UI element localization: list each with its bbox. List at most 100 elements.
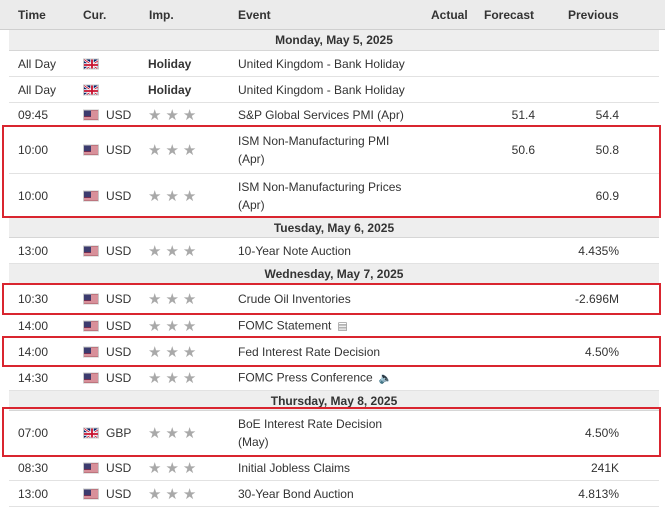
event-row[interactable]: All Day Holiday United Kingdom - Bank Ho… [9, 51, 659, 77]
header-actual[interactable]: Actual [431, 8, 468, 22]
star-icon: ★ [165, 460, 179, 477]
event-name[interactable]: Crude Oil Inventories [238, 290, 351, 308]
calendar-header: Time Cur. Imp. Event Actual Forecast Pre… [0, 0, 665, 30]
event-forecast: 50.6 [511, 143, 535, 157]
star-icon: ★ [165, 343, 179, 361]
header-time[interactable]: Time [18, 8, 46, 22]
event-time: 14:00 [18, 344, 49, 359]
date-row-tuesday: Tuesday, May 6, 2025 [9, 218, 659, 238]
event-time: All Day [18, 56, 57, 71]
event-row[interactable]: 09:45 USD ★ ★ ★ S&P Global Services PMI (A… [9, 103, 659, 127]
event-currency: USD [106, 344, 132, 359]
event-previous: -2.696M [574, 292, 619, 306]
event-previous: 50.8 [595, 143, 619, 157]
star-icon: ★ [182, 460, 197, 477]
event-name[interactable]: Fed Interest Rate Decision [238, 343, 380, 361]
event-name-line1: ISM Non-Manufacturing Prices [238, 179, 402, 194]
event-row[interactable]: 13:00 USD ★ ★ ★ 10-Year Note Auction 4.435… [9, 238, 659, 264]
event-time: 07:00 [18, 426, 49, 440]
event-row[interactable]: 10:30 USD ★ ★ ★ Crude Oil Inventories -2.6… [9, 285, 659, 314]
star-icon: ★ [182, 317, 197, 335]
event-row[interactable]: 10:00 USD ★ ★ ★ ISM Non-Manufacturing PMI(… [9, 127, 659, 174]
event-row[interactable]: 08:30 USD ★ ★ ★ Initial Jobless Claims 241… [9, 456, 659, 481]
event-name[interactable]: BoE Interest Rate Decision (May) [238, 415, 382, 451]
gb-flag-icon [83, 84, 99, 95]
event-name[interactable]: FOMC Press Conference 🔈 [238, 369, 392, 388]
event-previous: 60.9 [595, 188, 619, 203]
event-previous: 4.50% [584, 426, 619, 440]
date-row-wednesday: Wednesday, May 7, 2025 [9, 264, 659, 285]
event-name-line2: (Apr) [238, 197, 265, 212]
star-icon: ★ [148, 187, 162, 205]
event-time: All Day [18, 82, 57, 97]
speaker-icon[interactable]: 🔈 [379, 373, 393, 385]
event-time: 10:00 [18, 143, 49, 157]
importance-stars: ★ ★ ★ [148, 317, 200, 335]
event-time: 14:00 [18, 318, 49, 333]
us-flag-icon [83, 190, 99, 201]
event-row[interactable]: 14:00 USD ★ ★ ★ FOMC Statement ▤ [9, 314, 659, 338]
us-flag-icon [83, 293, 99, 305]
star-icon: ★ [182, 142, 197, 159]
importance-stars: ★ ★ ★ [148, 141, 200, 159]
event-row[interactable]: 07:00 GBP ★ ★ ★ BoE Interest Rate Decision… [9, 411, 659, 456]
event-row[interactable]: 13:00 USD ★ ★ ★ 30-Year Bond Auction 4.813… [9, 481, 659, 507]
event-name[interactable]: United Kingdom - Bank Holiday [238, 81, 405, 99]
holiday-label: Holiday [148, 82, 192, 97]
date-label: Thursday, May 8, 2025 [270, 393, 398, 408]
importance-stars: ★ ★ ★ [148, 343, 200, 361]
importance-stars: ★ ★ ★ [148, 187, 200, 205]
document-icon[interactable]: ▤ [337, 320, 347, 332]
header-importance[interactable]: Imp. [149, 8, 174, 22]
event-name[interactable]: 30-Year Bond Auction [238, 485, 354, 503]
event-name[interactable]: ISM Non-Manufacturing Prices (Apr) [238, 178, 401, 214]
event-name[interactable]: S&P Global Services PMI (Apr) [238, 106, 404, 124]
star-icon: ★ [182, 106, 197, 124]
star-icon: ★ [148, 242, 162, 260]
importance-stars: ★ ★ ★ [148, 459, 200, 477]
event-row[interactable]: 14:30 USD ★ ★ ★ FOMC Press Conference 🔈 [9, 366, 659, 391]
importance-stars: ★ ★ ★ [148, 485, 200, 503]
event-previous: 54.4 [595, 107, 619, 122]
us-flag-icon [83, 144, 99, 156]
star-icon: ★ [148, 460, 162, 477]
event-currency: USD [106, 318, 132, 333]
event-row[interactable]: 10:00 USD ★ ★ ★ ISM Non-Manufacturing Pric… [9, 174, 659, 218]
event-name[interactable]: FOMC Statement ▤ [238, 316, 348, 335]
importance-stars: ★ ★ ★ [148, 369, 200, 387]
header-forecast[interactable]: Forecast [484, 8, 534, 22]
star-icon: ★ [182, 485, 197, 503]
date-label: Wednesday, May 7, 2025 [264, 267, 404, 281]
us-flag-icon [83, 372, 99, 384]
event-name[interactable]: 10-Year Note Auction [238, 242, 351, 260]
event-name[interactable]: Initial Jobless Claims [238, 459, 350, 477]
star-icon: ★ [165, 370, 179, 387]
event-time: 10:00 [18, 188, 49, 203]
star-icon: ★ [182, 187, 197, 205]
us-flag-icon [83, 320, 99, 331]
star-icon: ★ [182, 242, 197, 260]
star-icon: ★ [165, 187, 179, 205]
holiday-label: Holiday [148, 56, 192, 71]
star-icon: ★ [182, 343, 197, 361]
event-currency: USD [106, 188, 132, 203]
event-time: 13:00 [18, 486, 49, 501]
event-previous: 4.50% [584, 344, 619, 359]
header-currency[interactable]: Cur. [83, 8, 106, 22]
event-row[interactable]: 14:00 USD ★ ★ ★ Fed Interest Rate Decision… [9, 338, 659, 366]
event-row[interactable]: All Day Holiday United Kingdom - Bank Ho… [9, 77, 659, 103]
event-previous: 4.813% [578, 486, 619, 501]
header-previous[interactable]: Previous [568, 8, 619, 22]
date-label: Tuesday, May 6, 2025 [273, 220, 395, 235]
event-currency: USD [106, 292, 132, 306]
star-icon: ★ [148, 425, 162, 442]
header-event[interactable]: Event [238, 8, 271, 22]
us-flag-icon [83, 462, 99, 474]
importance-stars: ★ ★ ★ [148, 424, 200, 442]
star-icon: ★ [165, 317, 179, 335]
event-name-text: FOMC Statement [238, 318, 332, 332]
gb-flag-icon [83, 58, 99, 69]
event-name[interactable]: ISM Non-Manufacturing PMI (Apr) [238, 132, 389, 168]
event-name[interactable]: United Kingdom - Bank Holiday [238, 55, 405, 73]
event-previous: 241K [590, 461, 619, 475]
